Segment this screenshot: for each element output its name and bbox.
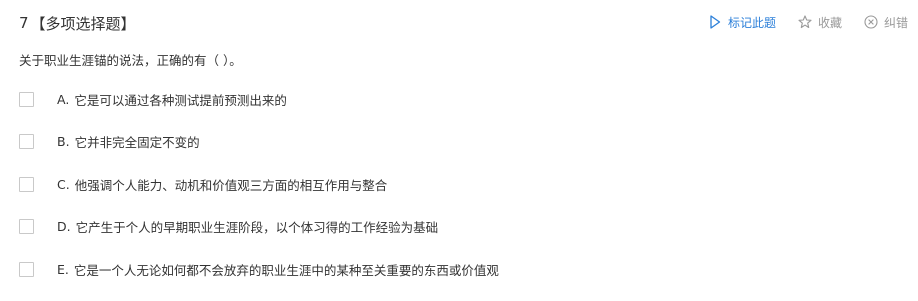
option-b[interactable]: B. 它并非完全固定不变的 — [19, 131, 499, 153]
option-b-text: 它并非完全固定不变的 — [74, 135, 200, 150]
star-icon — [798, 15, 812, 29]
option-a-text: 它是可以通过各种测试提前预测出来的 — [74, 92, 287, 108]
option-c[interactable]: C. 他强调个人能力、动机和价值观三方面的相互作用与整合 — [19, 173, 499, 195]
close-circle-icon — [864, 15, 878, 29]
option-c-letter: C. — [57, 176, 70, 192]
option-a-checkbox[interactable] — [19, 91, 34, 107]
question-type: 【多项选择题】 — [30, 14, 136, 33]
options-list: A. 它是可以通过各种测试提前预测出来的 B. 它并非完全固定不变的 C. 他强… — [19, 88, 499, 301]
option-e-checkbox[interactable] — [19, 261, 34, 277]
favorite-button[interactable]: 收藏 — [798, 14, 842, 31]
report-error-button[interactable]: 纠错 — [864, 14, 908, 31]
option-d-checkbox[interactable] — [19, 219, 34, 234]
option-e[interactable]: E. 它是一个人无论如何都不会放弃的职业生涯中的某种至关重要的东西或价值观 — [19, 258, 499, 280]
report-error-label: 纠错 — [883, 15, 908, 30]
question-toolbar: 标记此题 收藏 纠错 — [686, 12, 908, 32]
flag-icon — [710, 15, 721, 29]
option-b-checkbox[interactable] — [19, 134, 34, 149]
option-d-text: 它产生于个人的早期职业生涯阶段，以个体习得的工作经验为基础 — [75, 220, 439, 235]
mark-question-button[interactable]: 标记此题 — [708, 14, 776, 31]
option-e-text: 它是一个人无论如何都不会放弃的职业生涯中的某种至关重要的东西或价值观 — [73, 262, 499, 278]
question-number: 7 — [19, 14, 29, 32]
option-a-letter: A. — [57, 91, 70, 107]
option-b-letter: B. — [57, 134, 70, 149]
mark-question-label: 标记此题 — [727, 15, 776, 30]
question-stem: 关于职业生涯锚的说法，正确的有（ ）。 — [19, 53, 242, 68]
option-e-letter: E. — [57, 261, 69, 277]
option-c-checkbox[interactable] — [19, 176, 34, 192]
option-d-letter: D. — [57, 219, 71, 234]
favorite-label: 收藏 — [817, 15, 842, 30]
option-d[interactable]: D. 它产生于个人的早期职业生涯阶段，以个体习得的工作经验为基础 — [19, 216, 499, 238]
question-header: 7 【多项选择题】 — [19, 13, 136, 33]
option-a[interactable]: A. 它是可以通过各种测试提前预测出来的 — [19, 88, 499, 110]
option-c-text: 他强调个人能力、动机和价值观三方面的相互作用与整合 — [74, 177, 388, 193]
